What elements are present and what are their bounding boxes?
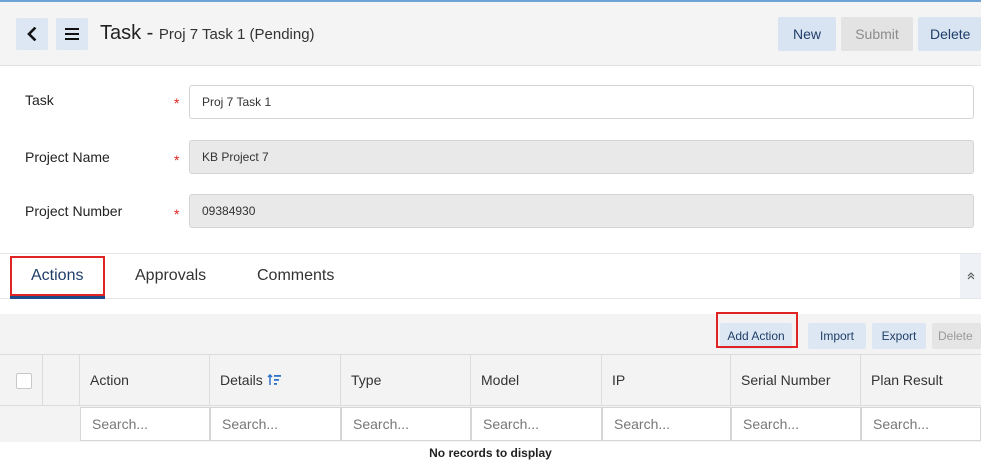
select-all-checkbox[interactable] xyxy=(16,373,32,389)
active-tab-indicator xyxy=(10,296,105,299)
hamburger-menu-icon xyxy=(65,28,79,40)
new-button[interactable]: New xyxy=(778,17,836,51)
search-input-ip[interactable]: Search... xyxy=(602,407,731,441)
sort-icon[interactable] xyxy=(267,374,281,386)
expand-column-header xyxy=(43,355,80,405)
add-action-highlight xyxy=(716,312,798,348)
chevron-left-icon xyxy=(27,27,37,41)
search-input-type[interactable]: Search... xyxy=(341,407,471,441)
search-input-model[interactable]: Search... xyxy=(471,407,602,441)
tab-bar: Actions Approvals Comments xyxy=(0,253,981,299)
column-header-model[interactable]: Model xyxy=(471,355,602,405)
collapse-button[interactable] xyxy=(960,254,981,298)
column-header-label: Type xyxy=(351,372,382,388)
search-input-details[interactable]: Search... xyxy=(210,407,341,441)
column-header-details[interactable]: Details xyxy=(210,355,341,405)
double-chevron-up-icon xyxy=(967,272,974,280)
tab-approvals[interactable]: Approvals xyxy=(135,267,206,285)
column-header-label: Plan Result xyxy=(871,372,943,388)
delete-button[interactable]: Delete xyxy=(918,17,981,51)
delete-rows-button[interactable]: Delete xyxy=(932,323,981,349)
search-input-plan-result[interactable]: Search... xyxy=(861,407,981,441)
column-header-label: Model xyxy=(481,372,520,388)
actions-tab-highlight xyxy=(10,256,105,296)
column-header-action[interactable]: Action xyxy=(80,355,210,405)
export-button[interactable]: Export xyxy=(872,323,926,349)
search-input-action[interactable]: Search... xyxy=(80,407,210,441)
project-number-label: Project Number xyxy=(25,203,123,219)
select-all-cell xyxy=(0,355,43,405)
column-header-label: Action xyxy=(90,372,129,388)
search-input-serial-number[interactable]: Search... xyxy=(731,407,861,441)
table-header: Action Details Type Model IP Serial Numb… xyxy=(0,354,981,406)
title-separator: - xyxy=(141,22,159,44)
title-text: Task xyxy=(100,22,142,44)
empty-table-message: No records to display xyxy=(429,446,552,460)
actions-toolbar: Add Action Import Export Delete xyxy=(0,314,981,354)
import-button[interactable]: Import xyxy=(808,323,866,349)
back-button[interactable] xyxy=(16,18,48,50)
project-name-field[interactable]: KB Project 7 xyxy=(189,140,974,174)
required-marker: * xyxy=(174,152,180,168)
task-label: Task xyxy=(25,92,54,108)
page-title: Task - Proj 7 Task 1 (Pending) xyxy=(100,22,315,45)
title-subtitle: Proj 7 Task 1 (Pending) xyxy=(158,26,315,43)
submit-button[interactable]: Submit xyxy=(841,17,913,51)
column-header-label: IP xyxy=(612,372,626,388)
column-header-type[interactable]: Type xyxy=(341,355,471,405)
column-header-plan-result[interactable]: Plan Result xyxy=(861,355,981,405)
column-header-label: Details xyxy=(220,372,263,388)
filter-row: Search... Search... Search... Search... … xyxy=(0,406,981,442)
tab-comments[interactable]: Comments xyxy=(257,267,334,285)
project-name-label: Project Name xyxy=(25,149,110,165)
required-marker: * xyxy=(174,95,180,111)
column-header-label: Serial Number xyxy=(741,372,831,388)
required-marker: * xyxy=(174,206,180,222)
page-header: Task - Proj 7 Task 1 (Pending) New Submi… xyxy=(0,2,981,66)
task-field[interactable]: Proj 7 Task 1 xyxy=(189,85,974,119)
column-header-ip[interactable]: IP xyxy=(602,355,731,405)
column-header-serial-number[interactable]: Serial Number xyxy=(731,355,861,405)
project-number-field[interactable]: 09384930 xyxy=(189,194,974,228)
menu-button[interactable] xyxy=(56,18,88,50)
